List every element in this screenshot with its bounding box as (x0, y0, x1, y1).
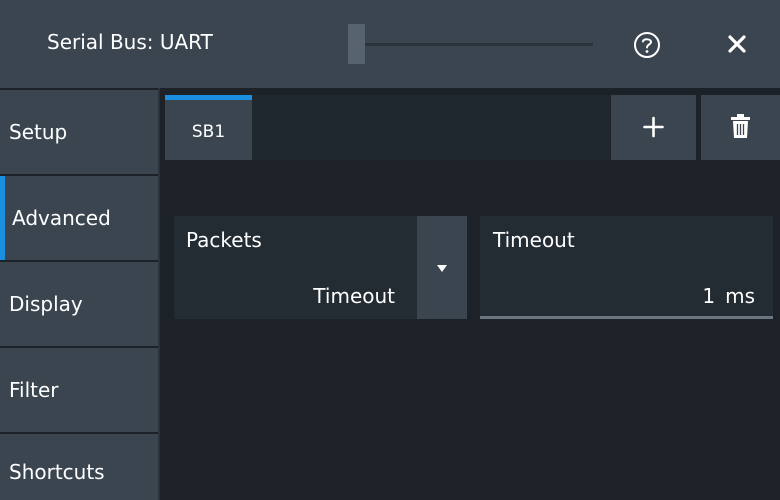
timeout-value-display: 1 ms (702, 284, 755, 308)
sidebar-item-label: Setup (9, 120, 68, 144)
caret-down-icon (437, 265, 447, 272)
sidebar-item-setup[interactable]: Setup (0, 90, 158, 174)
drag-handle[interactable] (348, 24, 365, 64)
close-button[interactable] (722, 29, 752, 59)
timeout-label: Timeout (493, 228, 575, 252)
timeout-field[interactable]: Timeout 1 ms (480, 216, 773, 319)
packets-value: Timeout (313, 284, 395, 308)
title-bar[interactable]: Serial Bus: UART (0, 0, 780, 88)
packets-select[interactable]: Packets Timeout (174, 216, 417, 319)
sidebar-item-advanced[interactable]: Advanced (0, 176, 158, 260)
sidebar-item-display[interactable]: Display (0, 262, 158, 346)
tab-label: SB1 (191, 122, 226, 142)
sidebar-item-label: Display (9, 292, 83, 316)
question-circle-icon (634, 32, 660, 58)
timeout-value: 1 (702, 284, 716, 308)
trash-icon (731, 114, 750, 138)
sidebar-item-label: Filter (9, 378, 59, 402)
plus-icon (643, 116, 664, 138)
dialog-title: Serial Bus: UART (47, 30, 213, 54)
sidebar-item-label: Advanced (12, 206, 111, 230)
main-panel: SB1 Packets Timeout Timeout 1 ms (160, 88, 780, 500)
timeout-unit: ms (725, 284, 755, 308)
tab-bar: SB1 (160, 88, 780, 163)
packets-dropdown-button[interactable] (417, 216, 467, 319)
close-icon (728, 35, 746, 53)
delete-bus-button[interactable] (701, 95, 780, 160)
drag-track (348, 43, 593, 46)
add-bus-button[interactable] (611, 95, 696, 160)
packets-label: Packets (186, 228, 262, 252)
sidebar-item-filter[interactable]: Filter (0, 348, 158, 432)
tab-sb1[interactable]: SB1 (165, 95, 252, 160)
sidebar-item-label: Shortcuts (9, 460, 105, 484)
sidebar: Setup Advanced Display Filter Shortcuts (0, 88, 160, 500)
help-button[interactable] (629, 27, 665, 63)
sidebar-item-shortcuts[interactable]: Shortcuts (0, 434, 158, 500)
